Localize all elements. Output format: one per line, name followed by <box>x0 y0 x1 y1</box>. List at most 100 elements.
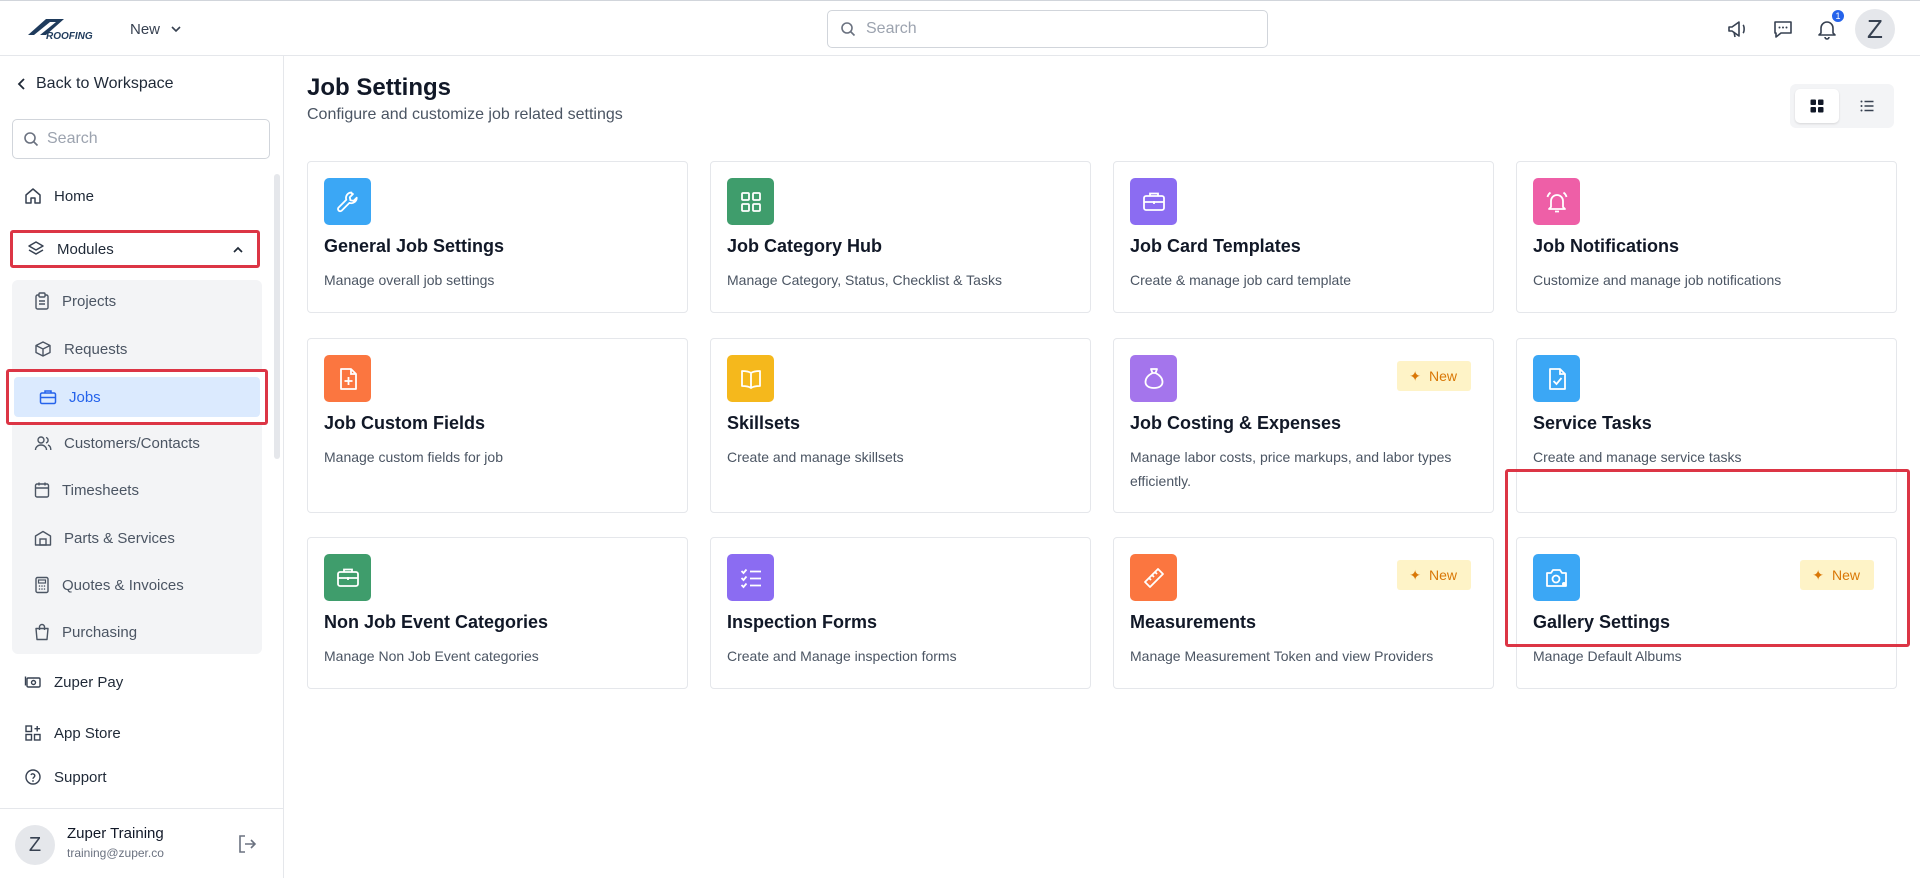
user-profile-avatar[interactable]: Z <box>15 825 55 865</box>
view-toggle <box>1790 84 1894 128</box>
sidebar-item-app-store[interactable]: App Store <box>24 724 121 742</box>
logout-icon[interactable] <box>236 833 258 860</box>
card-title: Job Category Hub <box>727 236 883 256</box>
card-gallery-settings[interactable]: ✦ New Gallery Settings Manage Default Al… <box>1516 537 1897 689</box>
sidebar-scrollbar[interactable] <box>274 174 280 459</box>
help-circle-icon <box>25 769 41 785</box>
new-dropdown-button[interactable]: New <box>130 17 182 41</box>
ruler-icon <box>1130 554 1177 601</box>
card-description: Create and Manage inspection forms <box>727 648 957 664</box>
search-icon <box>841 22 856 37</box>
sidebar-item-parts-services[interactable]: Parts & Services <box>34 529 175 547</box>
briefcase-icon <box>324 554 371 601</box>
checklist-icon <box>727 554 774 601</box>
card-job-costing-expenses[interactable]: ✦ New Job Costing & Expenses Manage labo… <box>1113 338 1494 513</box>
user-avatar[interactable]: Z <box>1855 9 1895 49</box>
card-job-category-hub[interactable]: Job Category Hub Manage Category, Status… <box>710 161 1091 313</box>
sidebar-item-support[interactable]: Support <box>24 768 107 786</box>
sidebar-item-customers-contacts[interactable]: Customers/Contacts <box>34 434 200 452</box>
jobs-active-row[interactable]: Jobs <box>14 377 260 417</box>
new-badge: ✦ New <box>1800 560 1874 590</box>
grid-view-button[interactable] <box>1795 89 1839 123</box>
page-title: Job Settings <box>307 74 452 101</box>
parts-services-label: Parts & Services <box>64 529 175 547</box>
new-badge: ✦ New <box>1397 361 1471 391</box>
global-search-input[interactable] <box>866 20 1246 38</box>
sidebar-item-jobs[interactable]: Jobs <box>6 369 268 425</box>
sidebar-item-modules[interactable]: Modules <box>10 230 260 268</box>
card-description: Create & manage job card template <box>1130 272 1352 288</box>
back-to-workspace-link[interactable]: Back to Workspace <box>16 75 174 93</box>
card-title: Service Tasks <box>1533 413 1652 433</box>
chevron-down-icon <box>171 26 181 33</box>
briefcase-icon <box>39 390 57 405</box>
new-badge-label: New <box>1831 567 1860 583</box>
sidebar-item-projects[interactable]: Projects <box>34 292 116 310</box>
support-label: Support <box>54 768 107 786</box>
customers-contacts-label: Customers/Contacts <box>64 434 200 452</box>
list-icon <box>1860 100 1874 112</box>
user-email: training@zuper.co <box>67 846 164 860</box>
main-content: Job Settings Configure and customize job… <box>285 56 1920 878</box>
sidebar-item-requests[interactable]: Requests <box>34 340 127 358</box>
money-bag-icon <box>1130 355 1177 402</box>
jobs-label: Jobs <box>69 388 101 406</box>
app-logo[interactable]: ROOFING <box>26 15 104 42</box>
grid-icon <box>727 178 774 225</box>
clipboard-icon <box>35 292 49 310</box>
sidebar-item-zuper-pay[interactable]: Zuper Pay <box>24 673 123 691</box>
card-description: Manage Default Albums <box>1533 648 1682 664</box>
new-label: New <box>130 20 161 38</box>
card-job-notifications[interactable]: Job Notifications Customize and manage j… <box>1516 161 1897 313</box>
home-label: Home <box>54 187 95 205</box>
card-non-job-event-categories[interactable]: Non Job Event Categories Manage Non Job … <box>307 537 688 689</box>
new-badge-label: New <box>1428 368 1457 384</box>
calculator-icon <box>35 576 49 594</box>
card-general-job-settings[interactable]: General Job Settings Manage overall job … <box>307 161 688 313</box>
card-description: Manage Measurement Token and view Provid… <box>1130 648 1434 664</box>
chat-icon[interactable] <box>1769 15 1797 43</box>
card-job-custom-fields[interactable]: Job Custom Fields Manage custom fields f… <box>307 338 688 513</box>
card-measurements[interactable]: ✦ New Measurements Manage Measurement To… <box>1113 537 1494 689</box>
sidebar-search[interactable] <box>12 119 270 159</box>
modules-submenu <box>12 280 262 654</box>
shopping-bag-icon <box>35 623 49 641</box>
purchasing-label: Purchasing <box>62 623 138 641</box>
sidebar-item-purchasing[interactable]: Purchasing <box>34 623 137 641</box>
card-title: Job Costing & Expenses <box>1130 413 1342 433</box>
card-service-tasks[interactable]: Service Tasks Create and manage service … <box>1516 338 1897 513</box>
card-title: Job Custom Fields <box>324 413 486 433</box>
announcement-icon[interactable] <box>1724 15 1752 43</box>
card-description: Manage custom fields for job <box>324 449 503 465</box>
card-skillsets[interactable]: Skillsets Create and manage skillsets <box>710 338 1091 513</box>
sidebar-item-home[interactable]: Home <box>24 187 94 205</box>
alarm-bell-icon <box>1533 178 1580 225</box>
card-job-card-templates[interactable]: Job Card Templates Create & manage job c… <box>1113 161 1494 313</box>
app-store-label: App Store <box>54 724 121 742</box>
card-description: Manage labor costs, price markups, and l… <box>1130 449 1452 489</box>
modules-label: Modules <box>57 240 114 258</box>
cash-icon <box>24 676 41 688</box>
new-badge-label: New <box>1428 567 1457 583</box>
card-title: General Job Settings <box>324 236 505 256</box>
apps-icon <box>25 725 41 741</box>
user-name: Zuper Training <box>67 825 164 842</box>
card-title: Job Notifications <box>1533 236 1680 256</box>
page-subtitle: Configure and customize job related sett… <box>307 106 623 123</box>
card-inspection-forms[interactable]: Inspection Forms Create and Manage inspe… <box>710 537 1091 689</box>
sparkle-icon: ✦ <box>1409 566 1421 583</box>
notifications-icon[interactable]: 1 <box>1813 9 1845 43</box>
chevron-up-icon <box>233 246 243 253</box>
sidebar-item-quotes-invoices[interactable]: Quotes & Invoices <box>34 576 184 594</box>
wrench-icon <box>324 178 371 225</box>
grid-icon <box>1810 99 1824 113</box>
sidebar-search-input[interactable] <box>47 130 257 148</box>
sidebar: Back to Workspace Home Modules Projects … <box>0 56 284 878</box>
camera-gear-icon <box>1533 554 1580 601</box>
sidebar-item-timesheets[interactable]: Timesheets <box>34 481 139 499</box>
book-icon <box>727 355 774 402</box>
calendar-icon <box>34 482 50 498</box>
home-icon <box>25 188 41 204</box>
list-view-button[interactable] <box>1845 89 1889 123</box>
global-search[interactable] <box>827 10 1268 48</box>
